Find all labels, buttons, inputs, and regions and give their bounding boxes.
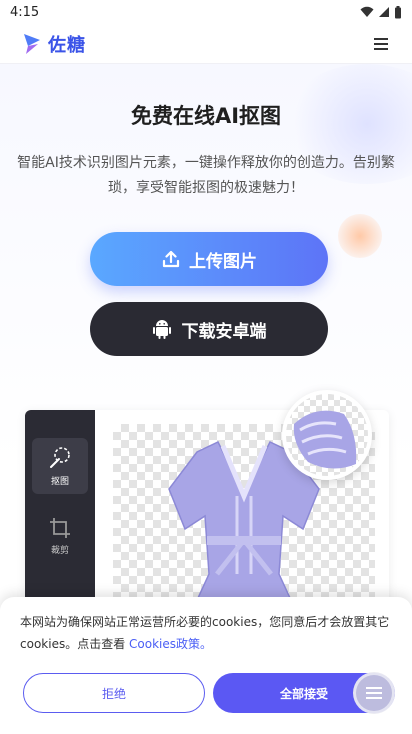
- battery-icon: [395, 5, 401, 18]
- tool-crop-label: 裁剪: [50, 545, 69, 556]
- cookie-policy-link[interactable]: Cookies政策。: [129, 637, 212, 651]
- download-android-button[interactable]: 下载安卓端: [90, 302, 328, 356]
- page-title: 免费在线AI抠图: [130, 104, 282, 128]
- hamburger-menu-icon[interactable]: [370, 33, 392, 55]
- upload-image-button[interactable]: 上传图片: [90, 232, 328, 286]
- tool-cutout-label: 抠图: [50, 476, 69, 487]
- tool-cutout: 抠图: [32, 438, 88, 494]
- status-icons: [360, 5, 402, 19]
- floating-menu-button[interactable]: [353, 672, 395, 714]
- logo-icon: [24, 33, 40, 54]
- download-button-label: 下载安卓端: [181, 321, 267, 342]
- wifi-icon: [360, 6, 374, 17]
- status-time: 4:15: [10, 4, 40, 20]
- zoom-preview-bubble: [282, 390, 372, 480]
- cookie-consent-banner: 本网站为确保网站正常运营所必要的cookies，您同意后才会放置其它cookie…: [0, 597, 412, 734]
- brand-logo[interactable]: 佐糖: [22, 31, 86, 57]
- android-icon: [152, 320, 171, 339]
- tool-crop: 裁剪: [32, 508, 88, 564]
- decorative-orb: [338, 214, 382, 258]
- upload-button-label: 上传图片: [189, 251, 257, 272]
- cookie-text: 本网站为确保网站正常运营所必要的cookies，您同意后才会放置其它cookie…: [20, 611, 400, 655]
- magic-wand-icon: [50, 446, 70, 468]
- reject-button[interactable]: 拒绝: [23, 673, 205, 713]
- signal-icon: [379, 7, 389, 17]
- crop-icon: [50, 517, 70, 538]
- brand-name: 佐糖: [48, 34, 86, 56]
- status-bar: 4:15: [0, 0, 412, 24]
- app-bar: 佐糖: [0, 24, 412, 64]
- upload-icon: [162, 250, 180, 268]
- fabric-detail-image: [293, 410, 357, 469]
- hero-subtitle: 智能AI技术识别图片元素，一键操作释放你的创造力。告别繁琐，享受智能抠图的极速魅…: [17, 155, 395, 196]
